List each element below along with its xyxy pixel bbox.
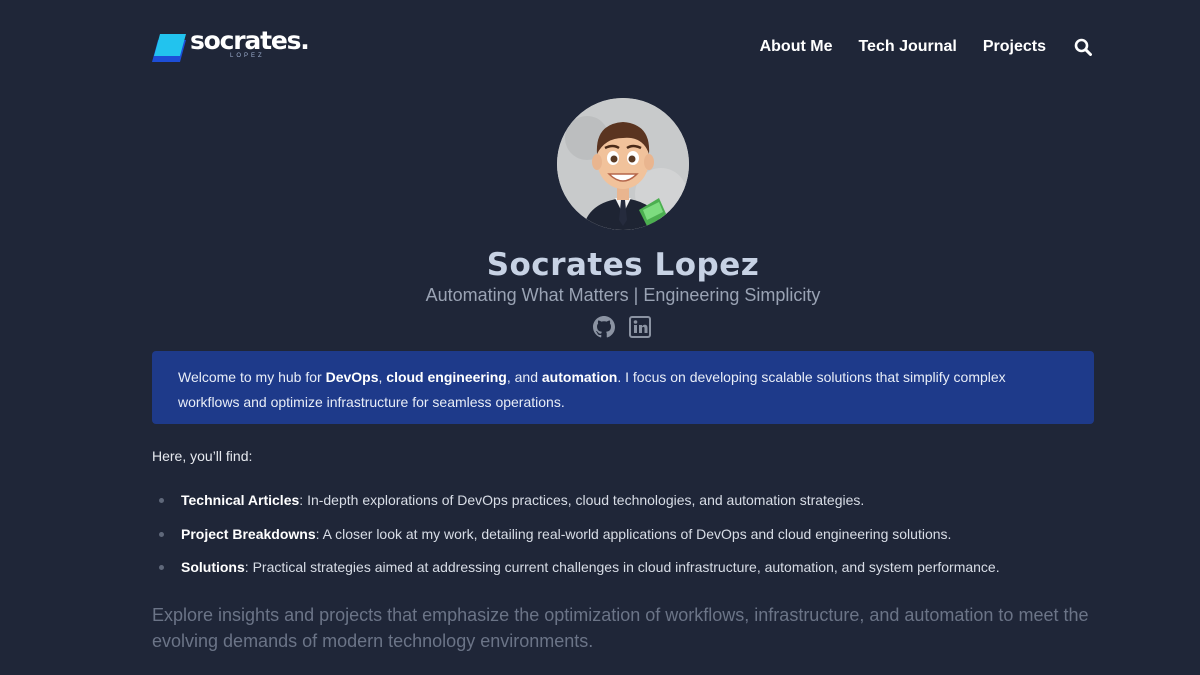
bullet-icon: [159, 565, 164, 570]
nav-projects[interactable]: Projects: [983, 38, 1046, 56]
list-item: Technical Articles: In-depth exploration…: [152, 490, 1112, 524]
feature-title: Project Breakdowns: [181, 525, 316, 542]
callout-text: , and: [506, 369, 542, 385]
feature-title: Solutions: [181, 559, 245, 575]
feature-separator: :: [299, 492, 308, 508]
site-header: socrates. LOPEZ About Me Tech Journal Pr…: [0, 0, 1200, 96]
logo-mark-icon: [152, 34, 186, 62]
logo-subtext: LOPEZ: [230, 53, 265, 59]
bullet-icon: [159, 531, 164, 537]
main-nav: About Me Tech Journal Projects: [734, 38, 1092, 56]
site-logo[interactable]: socrates. LOPEZ: [152, 26, 312, 64]
feature-title: Technical Articles: [181, 492, 300, 508]
callout-bold-devops: DevOps: [325, 369, 379, 385]
cartoon-portrait-image: [557, 98, 689, 230]
feature-text: A closer look at my work, detailing real…: [322, 525, 952, 542]
social-links: [593, 316, 665, 338]
feature-separator: :: [244, 559, 253, 575]
profile-avatar: [557, 98, 689, 230]
list-item: Project Breakdowns: A closer look at my …: [152, 524, 1112, 558]
welcome-callout: Welcome to my hub for DevOps, cloud engi…: [152, 351, 1094, 424]
callout-bold-automation: automation: [541, 369, 618, 385]
linkedin-icon[interactable]: [629, 316, 651, 338]
feature-text: Practical strategies aimed at addressing…: [252, 559, 1000, 575]
bullet-icon: [159, 498, 164, 503]
callout-text: Welcome to my hub for: [178, 369, 326, 385]
profile-tagline: Automating What Matters | Engineering Si…: [425, 285, 821, 305]
nav-about-me[interactable]: About Me: [760, 38, 833, 56]
logo-wordmark: socrates.: [190, 26, 310, 55]
nav-tech-journal[interactable]: Tech Journal: [858, 38, 956, 56]
search-icon[interactable]: [1074, 38, 1092, 56]
list-item: Solutions: Practical strategies aimed at…: [152, 557, 1112, 591]
github-icon[interactable]: [593, 316, 615, 338]
feature-list: Technical Articles: In-depth exploration…: [152, 490, 1112, 591]
closing-paragraph: Explore insights and projects that empha…: [152, 605, 1089, 651]
callout-bold-cloud: cloud engineering: [386, 369, 507, 385]
feature-text: In-depth explorations of DevOps practice…: [307, 492, 865, 508]
feature-separator: :: [315, 525, 323, 542]
intro-text: Here, you’ll find:: [152, 448, 253, 464]
profile-name: Socrates Lopez: [486, 247, 760, 283]
